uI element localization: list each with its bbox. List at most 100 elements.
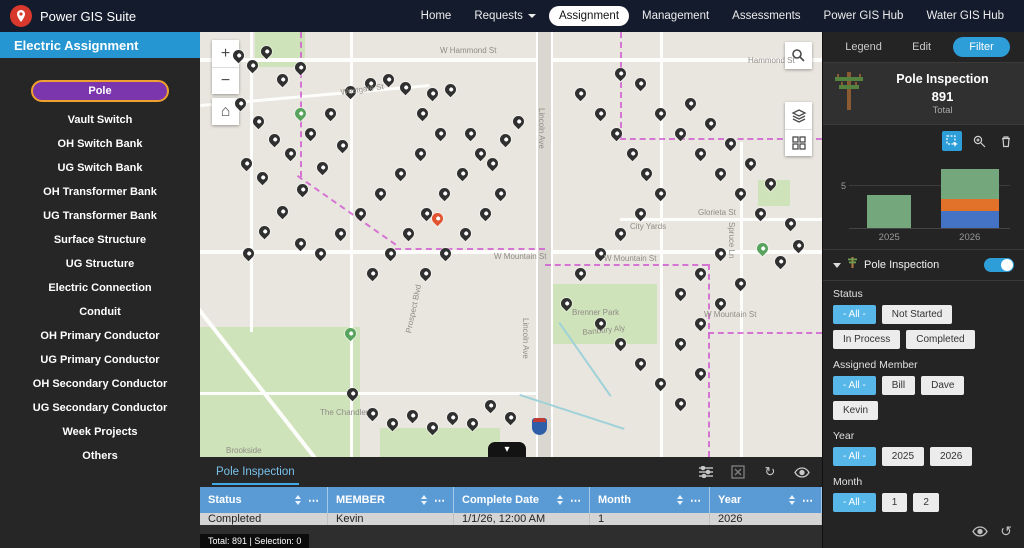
table-options-icon[interactable] <box>698 464 714 480</box>
column-menu-icon[interactable]: ⋯ <box>802 494 813 507</box>
nav-item-assessments[interactable]: Assessments <box>722 6 810 26</box>
column-menu-icon[interactable]: ⋯ <box>308 494 319 507</box>
filter-option-month-1[interactable]: 1 <box>881 493 908 512</box>
map-marker[interactable] <box>372 185 389 202</box>
filter-option-assigned-member-dave[interactable]: Dave <box>921 376 965 395</box>
map-marker[interactable] <box>702 115 719 132</box>
map-marker[interactable] <box>692 365 709 382</box>
map-marker[interactable] <box>292 235 309 252</box>
map-marker[interactable] <box>572 265 589 282</box>
select-features-button[interactable] <box>942 131 962 151</box>
nav-item-power-gis-hub[interactable]: Power GIS Hub <box>814 6 914 26</box>
map-marker[interactable] <box>632 355 649 372</box>
map-marker[interactable] <box>652 105 669 122</box>
map-marker[interactable] <box>457 225 474 242</box>
map-marker[interactable] <box>364 265 381 282</box>
sidebar-item-ug-transformer-bank[interactable]: UG Transformer Bank <box>0 204 200 228</box>
table-row[interactable]: Completed Kevin 1/1/26, 12:00 AM 1 2026 <box>200 513 822 525</box>
panel-tab-filter[interactable]: Filter <box>953 37 1010 57</box>
filter-option-assigned-member-all[interactable]: - All - <box>833 376 876 395</box>
map-marker[interactable] <box>392 165 409 182</box>
refresh-icon[interactable]: ↻ <box>762 464 778 480</box>
filter-option-status-completed[interactable]: Completed <box>906 330 975 349</box>
map-marker[interactable] <box>482 397 499 414</box>
map-marker[interactable] <box>672 395 689 412</box>
map-marker[interactable] <box>672 335 689 352</box>
chart-bar-segment-blue[interactable] <box>940 211 999 228</box>
sidebar-item-ug-secondary-conductor[interactable]: UG Secondary Conductor <box>0 396 200 420</box>
column-header-status[interactable]: Status ⋯ <box>200 487 328 513</box>
column-menu-icon[interactable]: ⋯ <box>690 494 701 507</box>
panel-tab-legend[interactable]: Legend <box>837 38 890 56</box>
nav-item-management[interactable]: Management <box>632 6 719 26</box>
map-marker[interactable] <box>772 253 789 270</box>
filter-option-year-all[interactable]: - All - <box>833 447 876 466</box>
map-marker[interactable] <box>312 245 329 262</box>
map-marker[interactable] <box>302 125 319 142</box>
map-marker[interactable] <box>444 409 461 426</box>
map-marker[interactable] <box>712 245 729 262</box>
filter-option-month-all[interactable]: - All - <box>833 493 876 512</box>
map-marker[interactable] <box>572 85 589 102</box>
filter-option-status-all[interactable]: - All - <box>833 305 876 324</box>
nav-item-home[interactable]: Home <box>411 6 462 26</box>
map-marker[interactable] <box>652 375 669 392</box>
sidebar-item-others[interactable]: Others <box>0 444 200 468</box>
filter-option-year-2025[interactable]: 2025 <box>881 447 925 466</box>
sidebar-item-electric-connection[interactable]: Electric Connection <box>0 276 200 300</box>
map-marker[interactable] <box>397 79 414 96</box>
sidebar-item-oh-transformer-bank[interactable]: OH Transformer Bank <box>0 180 200 204</box>
tab-pole-inspection[interactable]: Pole Inspection <box>212 460 299 485</box>
map-marker[interactable] <box>612 65 629 82</box>
layer-visibility-toggle[interactable] <box>984 258 1014 272</box>
map-marker[interactable] <box>732 275 749 292</box>
basemap-button[interactable] <box>785 129 812 156</box>
map-marker[interactable] <box>510 113 527 130</box>
map-marker[interactable] <box>256 223 273 240</box>
map-marker[interactable] <box>472 145 489 162</box>
hide-columns-icon[interactable] <box>794 464 810 480</box>
map-marker[interactable] <box>682 95 699 112</box>
column-header-complete-date[interactable]: Complete Date ⋯ <box>454 487 590 513</box>
sidebar-item-ug-structure[interactable]: UG Structure <box>0 252 200 276</box>
map-marker[interactable] <box>240 245 257 262</box>
sidebar-item-ug-primary-conductor[interactable]: UG Primary Conductor <box>0 348 200 372</box>
map-marker[interactable] <box>250 113 267 130</box>
map-canvas[interactable]: + − ⌂ ▾ W Hammond St Hammond St Lincoln Av… <box>200 32 822 457</box>
layers-button[interactable] <box>785 102 812 129</box>
map-marker[interactable] <box>254 169 271 186</box>
map-marker[interactable] <box>624 145 641 162</box>
filter-option-month-2[interactable]: 2 <box>913 493 939 512</box>
map-marker[interactable] <box>692 145 709 162</box>
map-marker[interactable] <box>632 75 649 92</box>
column-header-year[interactable]: Year ⋯ <box>710 487 822 513</box>
sidebar-item-pole[interactable]: Pole <box>0 74 200 108</box>
sidebar-item-oh-primary-conductor[interactable]: OH Primary Conductor <box>0 324 200 348</box>
filter-option-status-not-started[interactable]: Not Started <box>881 305 953 324</box>
map-marker[interactable] <box>436 185 453 202</box>
nav-item-assignment[interactable]: Assignment <box>548 6 630 26</box>
column-header-member[interactable]: MEMBER ⋯ <box>328 487 454 513</box>
map-marker[interactable] <box>292 105 309 122</box>
map-marker[interactable] <box>712 165 729 182</box>
map-marker[interactable] <box>334 137 351 154</box>
sidebar-item-surface-structure[interactable]: Surface Structure <box>0 228 200 252</box>
map-marker[interactable] <box>484 155 501 172</box>
sort-icon[interactable] <box>421 495 427 505</box>
zoom-to-selection-button[interactable] <box>969 131 989 151</box>
clear-selection-icon[interactable] <box>730 464 746 480</box>
map-marker[interactable] <box>652 185 669 202</box>
sidebar-item-week-projects[interactable]: Week Projects <box>0 420 200 444</box>
filter-option-assigned-member-bill[interactable]: Bill <box>881 376 916 395</box>
sidebar-item-oh-secondary-conductor[interactable]: OH Secondary Conductor <box>0 372 200 396</box>
map-marker[interactable] <box>442 81 459 98</box>
chart-bar-segment-green[interactable] <box>867 194 912 228</box>
map-marker[interactable] <box>274 203 291 220</box>
map-marker[interactable] <box>592 105 609 122</box>
map-marker[interactable] <box>414 105 431 122</box>
layer-section-pole-inspection[interactable]: Pole Inspection <box>823 249 1024 281</box>
sort-icon[interactable] <box>295 495 301 505</box>
column-header-month[interactable]: Month ⋯ <box>590 487 710 513</box>
map-marker[interactable] <box>692 265 709 282</box>
map-marker[interactable] <box>672 285 689 302</box>
